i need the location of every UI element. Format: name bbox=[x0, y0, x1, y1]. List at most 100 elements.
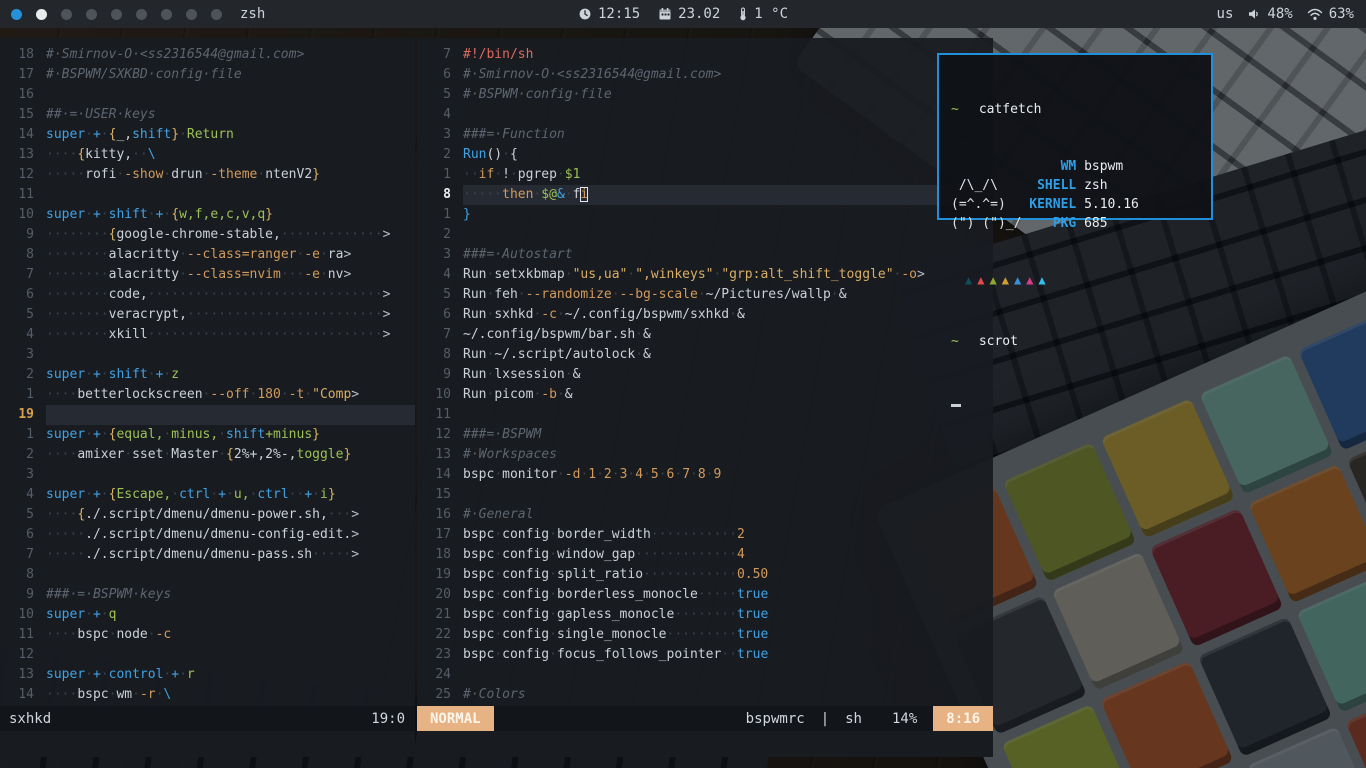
line-number: 25 bbox=[417, 685, 463, 705]
terminal-window-sxhkd[interactable]: 18#·Smirnov-O·<ss2316544@gmail.com>17#·B… bbox=[0, 38, 415, 757]
line-number: 1 bbox=[417, 165, 463, 185]
code-line: 10Run·picom·-b·& bbox=[417, 385, 993, 405]
code-line: 9········{google-chrome-stable,·········… bbox=[0, 225, 415, 245]
vim-buffer-sxhkd[interactable]: 18#·Smirnov-O·<ss2316544@gmail.com>17#·B… bbox=[0, 38, 415, 705]
code-line: 3###=·Autostart bbox=[417, 245, 993, 265]
line-number: 13 bbox=[417, 445, 463, 465]
line-number: 7 bbox=[0, 545, 46, 565]
clock-text: 12:15 bbox=[598, 6, 640, 22]
floating-terminal[interactable]: ~catfetch WM bspwm /\_/\ SHELL zsh(=^.^=… bbox=[937, 53, 1213, 220]
line-number: 13 bbox=[0, 145, 46, 165]
line-number: 18 bbox=[0, 45, 46, 65]
code-line-current: 19 bbox=[0, 405, 415, 425]
line-number: 16 bbox=[0, 85, 46, 105]
line-number: 4 bbox=[417, 265, 463, 285]
keyboard-layout[interactable]: us bbox=[1217, 6, 1234, 22]
line-number: 2 bbox=[0, 445, 46, 465]
code-line: 7·····./.script/dmenu/dmenu-pass.sh·····… bbox=[0, 545, 415, 565]
code-line: 11 bbox=[417, 405, 993, 425]
line-number: 12 bbox=[0, 165, 46, 185]
line-number: 7 bbox=[417, 45, 463, 65]
code-line: 3 bbox=[0, 345, 415, 365]
code-line: 7#!/bin/sh bbox=[417, 45, 993, 65]
line-number: 4 bbox=[417, 105, 463, 125]
line-number: 5 bbox=[417, 285, 463, 305]
code-line: 3 bbox=[0, 465, 415, 485]
color-flag-triangle: ▲ bbox=[989, 273, 996, 287]
bar-right-modules: us 48% 63% bbox=[1217, 6, 1366, 22]
code-line-current: 8·····then·$@&·fi bbox=[417, 185, 993, 205]
fetch-label: WM bbox=[1029, 159, 1076, 174]
vim-cmdline bbox=[417, 731, 993, 757]
line-number: 6 bbox=[0, 285, 46, 305]
code-line: 6Run·sxhkd·-c·~/.config/bspwm/sxhkd·& bbox=[417, 305, 993, 325]
workspace-dot-6[interactable] bbox=[136, 9, 147, 20]
line-number: 11 bbox=[417, 405, 463, 425]
code-line: 17#·BSPWM/SXKBD·config·file bbox=[0, 65, 415, 85]
shell-prompt-line: ~scrot bbox=[951, 332, 1199, 351]
code-line: 1super·+·{equal,·minus,·shift+minus} bbox=[0, 425, 415, 445]
fetch-label: KERNEL bbox=[1029, 197, 1076, 212]
vim-buffer-bspwmrc[interactable]: 7#!/bin/sh6#·Smirnov-O·<ss2316544@gmail.… bbox=[417, 38, 993, 705]
statusline-filename: bspwmrc bbox=[746, 709, 805, 729]
line-number: 2 bbox=[417, 145, 463, 165]
statusline-position-badge: 8:16 bbox=[933, 706, 993, 731]
line-number: 8 bbox=[0, 245, 46, 265]
code-line: 3###=·Function bbox=[417, 125, 993, 145]
code-line: 14····bspc·wm·-r·\ bbox=[0, 685, 415, 705]
workspace-dot-1[interactable] bbox=[11, 9, 22, 20]
code-line: 4super·+·{Escape,·ctrl·+·u,·ctrl··+·i} bbox=[0, 485, 415, 505]
line-number: 21 bbox=[417, 605, 463, 625]
date-module: 23.02 bbox=[658, 6, 720, 22]
volume-text: 48% bbox=[1267, 6, 1292, 22]
workspace-dot-3[interactable] bbox=[61, 9, 72, 20]
code-line: 15##·=·USER·keys bbox=[0, 105, 415, 125]
code-line: 9###·=·BSPWM·keys bbox=[0, 585, 415, 605]
volume-module[interactable]: 48% bbox=[1247, 6, 1292, 22]
fetch-value: 5.10.16 bbox=[1076, 197, 1139, 212]
code-line: 10super·+·shift·+·{w,f,e,c,v,q} bbox=[0, 205, 415, 225]
code-line: 5····{./.script/dmenu/dmenu-power.sh,···… bbox=[0, 505, 415, 525]
line-number: 12 bbox=[0, 645, 46, 665]
fetch-row: /\_/\ SHELL zsh bbox=[951, 176, 1199, 195]
workspace-indicator bbox=[11, 9, 222, 20]
line-number: 22 bbox=[417, 625, 463, 645]
line-number: 10 bbox=[0, 205, 46, 225]
code-line: 6·····./.script/dmenu/dmenu-config-edit.… bbox=[0, 525, 415, 545]
shell-prompt-line: ~catfetch bbox=[951, 100, 1199, 119]
wifi-module[interactable]: 63% bbox=[1307, 6, 1354, 22]
code-line: 8 bbox=[0, 565, 415, 585]
workspace-dot-7[interactable] bbox=[161, 9, 172, 20]
workspace-dot-4[interactable] bbox=[86, 9, 97, 20]
line-number: 15 bbox=[417, 485, 463, 505]
code-line: 12·····rofi·-show·drun·-theme·ntenV2} bbox=[0, 165, 415, 185]
ascii-cat-art: (=^.^=) bbox=[951, 197, 1029, 212]
line-number: 19 bbox=[417, 565, 463, 585]
statusline-separator: | bbox=[821, 709, 829, 729]
code-line: 19bspc·config·split_ratio············0.5… bbox=[417, 565, 993, 585]
code-line: 23bspc·config·focus_follows_pointer··tru… bbox=[417, 645, 993, 665]
temperature-module: 1 °C bbox=[738, 6, 788, 22]
workspace-dot-9[interactable] bbox=[211, 9, 222, 20]
workspace-dot-2[interactable] bbox=[36, 9, 47, 20]
thermometer-icon bbox=[738, 7, 748, 21]
code-line: 21bspc·config·gapless_monocle········tru… bbox=[417, 605, 993, 625]
terminal-cursor-row bbox=[951, 394, 1199, 404]
code-line: 1··if·!·pgrep·$1 bbox=[417, 165, 993, 185]
line-number: 23 bbox=[417, 645, 463, 665]
color-flags-row: ▲▲▲▲▲▲▲ bbox=[965, 271, 1199, 290]
line-number: 14 bbox=[0, 125, 46, 145]
code-line: 6········code,··························… bbox=[0, 285, 415, 305]
code-line: 15 bbox=[417, 485, 993, 505]
code-line: 17bspc·config·border_width···········2 bbox=[417, 525, 993, 545]
code-line: 18#·Smirnov-O·<ss2316544@gmail.com> bbox=[0, 45, 415, 65]
line-number: 4 bbox=[0, 325, 46, 345]
color-flag-triangle: ▲ bbox=[1026, 273, 1033, 287]
code-line: 2super·+·shift·+·z bbox=[0, 365, 415, 385]
workspace-dot-8[interactable] bbox=[186, 9, 197, 20]
terminal-window-bspwmrc[interactable]: 7#!/bin/sh6#·Smirnov-O·<ss2316544@gmail.… bbox=[417, 38, 993, 757]
workspace-dot-5[interactable] bbox=[111, 9, 122, 20]
line-number: 2 bbox=[0, 365, 46, 385]
prompt-symbol: ~ bbox=[951, 102, 959, 117]
statusline-scroll-percent: 14% bbox=[892, 709, 917, 729]
